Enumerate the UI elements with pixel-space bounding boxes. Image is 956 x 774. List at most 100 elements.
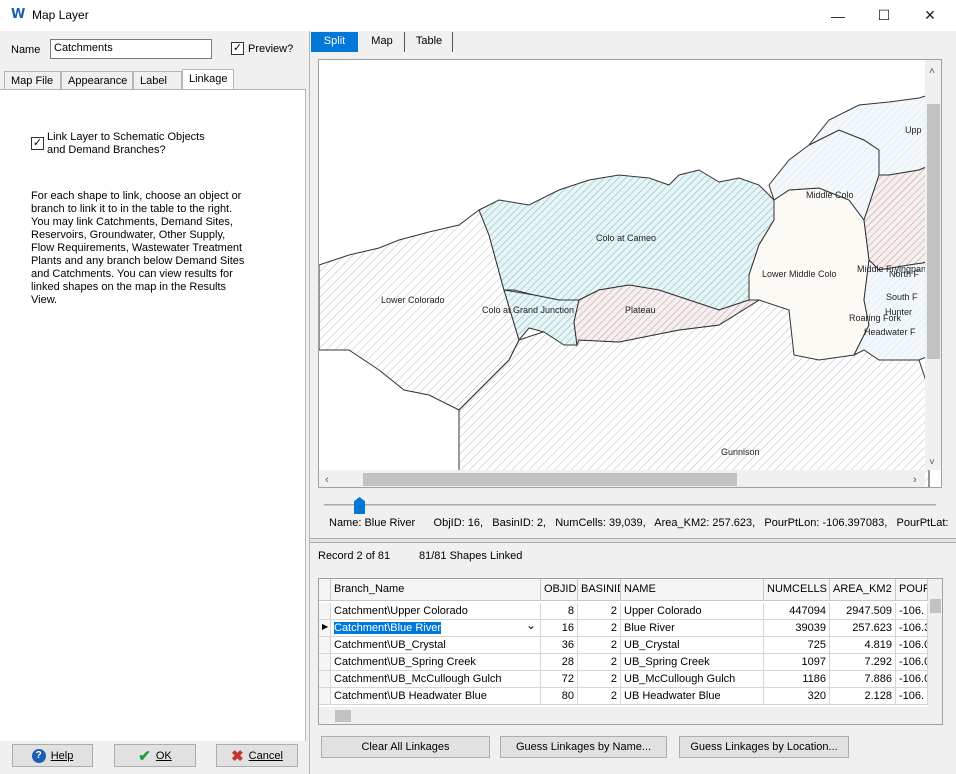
linkage-table[interactable]: Branch_Name OBJID BASINID NAME NUMCELLS AREA_… [318, 578, 943, 725]
branch-name-cell[interactable]: Catchment\UB_Crystal [331, 637, 541, 654]
title-bar: W Map Layer — ☐ ✕ [0, 0, 956, 31]
map-view[interactable]: Colo at Cameo Lower Colorado Colo at Gra… [318, 59, 942, 488]
branch-name-dropdown[interactable]: Catchment\Blue River ⌄ [331, 620, 541, 637]
scroll-up-icon[interactable]: ˄ [929, 66, 935, 77]
shape-info-line: Name: Blue River ObjID: 16, BasinID: 2, … [329, 517, 949, 529]
table-cell: 2 [578, 637, 621, 654]
guess-linkages-by-location-button[interactable]: Guess Linkages by Location... [679, 736, 849, 758]
checkmark-icon: ✔ [138, 747, 151, 765]
help-icon: ? [31, 748, 46, 763]
table-vertical-scrollbar[interactable] [928, 579, 942, 707]
row-selector[interactable] [319, 671, 331, 688]
preview-label: Preview? [248, 43, 294, 55]
tab-map-file[interactable]: Map File [4, 71, 61, 90]
branch-name-cell[interactable]: Catchment\Upper Colorado [331, 603, 541, 620]
tab-linkage[interactable]: Linkage [182, 69, 234, 91]
table-cell: 320 [764, 688, 830, 705]
table-cell: Upper Colorado [621, 603, 764, 620]
split-divider[interactable] [310, 538, 956, 543]
map-vertical-scroll-thumb[interactable] [927, 104, 940, 359]
column-header-objid[interactable]: OBJID [541, 579, 578, 601]
info-numcells: NumCells: 39,039, [555, 517, 646, 529]
table-vertical-scroll-thumb[interactable] [930, 599, 941, 613]
column-header-name[interactable]: NAME [621, 579, 764, 601]
link-layer-label-2: and Demand Branches? [47, 144, 166, 156]
tab-appearance[interactable]: Appearance [61, 71, 133, 90]
scroll-left-icon[interactable]: ‹ [325, 474, 329, 486]
table-cell: -106. [896, 688, 928, 705]
maximize-button[interactable]: ☐ [861, 0, 907, 31]
name-input[interactable]: Catchments [50, 39, 212, 59]
link-layer-label-1: Link Layer to Schematic Objects [47, 131, 205, 143]
description-line: Reservoirs, Groundwater, Other Supply, [31, 229, 226, 241]
info-pourlat: PourPtLat: [896, 517, 949, 529]
column-header-area-km2[interactable]: AREA_KM2 [830, 579, 896, 601]
map-label-south-f: South F [886, 292, 918, 302]
table-cell: -106.0 [896, 671, 928, 688]
column-header-branch-name[interactable]: Branch_Name [331, 579, 541, 601]
help-button[interactable]: ? Help [12, 744, 93, 767]
column-header-basinid[interactable]: BASINID [578, 579, 621, 601]
table-cell: 1186 [764, 671, 830, 688]
cancel-x-icon: ✖ [231, 747, 244, 765]
tab-map[interactable]: Map [360, 32, 405, 52]
table-cell: -106.0 [896, 637, 928, 654]
table-cell: 2.128 [830, 688, 896, 705]
dropdown-chevron-icon[interactable]: ⌄ [526, 620, 536, 632]
minimize-button[interactable]: — [815, 0, 861, 31]
table-horizontal-scrollbar[interactable] [319, 707, 942, 724]
table-cell: 447094 [764, 603, 830, 620]
table-cell: 2 [578, 654, 621, 671]
link-layer-checkbox[interactable]: ✓ [31, 137, 44, 150]
table-cell: 80 [541, 688, 578, 705]
info-area: Area_KM2: 257.623, [654, 517, 756, 529]
map-label-lower-middle-colo: Lower Middle Colo [762, 269, 837, 279]
table-cell: UB_Spring Creek [621, 654, 764, 671]
scroll-down-icon[interactable]: ˅ [929, 457, 935, 468]
tab-table[interactable]: Table [406, 32, 453, 52]
ok-button[interactable]: ✔ OK [114, 744, 196, 767]
table-cell: 8 [541, 603, 578, 620]
description-line: Plants and any branch below Demand Sites [31, 255, 245, 267]
scroll-right-icon[interactable]: › [913, 474, 917, 486]
cancel-button[interactable]: ✖ Cancel [216, 744, 298, 767]
linkage-description: For each shape to link, choose an object… [31, 190, 244, 307]
branch-name-cell[interactable]: Catchment\UB Headwater Blue [331, 688, 541, 705]
guess-linkages-by-name-button[interactable]: Guess Linkages by Name... [500, 736, 667, 758]
branch-name-cell[interactable]: Catchment\UB_McCullough Gulch [331, 671, 541, 688]
window-title: Map Layer [32, 8, 89, 22]
branch-name-selected-text: Catchment\Blue River [334, 622, 441, 634]
row-selector[interactable] [319, 654, 331, 671]
map-label-colo-at-grand-junction: Colo at Grand Junction [482, 305, 574, 315]
branch-name-cell[interactable]: Catchment\UB_Spring Creek [331, 654, 541, 671]
row-selector[interactable] [319, 603, 331, 620]
description-line: branch to link it to in the table to the… [31, 203, 233, 215]
tab-split[interactable]: Split [311, 32, 358, 52]
clear-all-linkages-button[interactable]: Clear All Linkages [321, 736, 490, 758]
close-button[interactable]: ✕ [907, 0, 953, 31]
description-line: View. [31, 294, 58, 306]
table-cell: 72 [541, 671, 578, 688]
column-header-numcells[interactable]: NUMCELLS [764, 579, 830, 601]
table-horizontal-scroll-thumb[interactable] [335, 710, 351, 722]
table-cell: UB_Crystal [621, 637, 764, 654]
tab-label[interactable]: Label [133, 71, 182, 90]
info-objid: ObjID: 16, [433, 517, 484, 529]
map-horizontal-scroll-thumb[interactable] [363, 473, 737, 486]
linked-status: 81/81 Shapes Linked [419, 550, 523, 562]
preview-checkbox[interactable]: ✓ [231, 42, 244, 55]
table-cell: UB Headwater Blue [621, 688, 764, 705]
app-icon: W [11, 7, 26, 22]
zoom-slider-track[interactable] [324, 504, 936, 506]
table-cell: 28 [541, 654, 578, 671]
table-cell: 7.292 [830, 654, 896, 671]
column-header-pour[interactable]: POUR [896, 579, 928, 601]
row-selector[interactable] [319, 637, 331, 654]
map-canvas[interactable]: Colo at Cameo Lower Colorado Colo at Gra… [319, 60, 942, 488]
table-cell: UB_McCullough Gulch [621, 671, 764, 688]
row-selector[interactable] [319, 688, 331, 705]
record-status: Record 2 of 81 [318, 550, 391, 562]
current-row-indicator-icon[interactable]: ▶ [319, 620, 331, 637]
map-label-plateau: Plateau [625, 305, 656, 315]
map-label-headwater-f: Headwater F [864, 327, 916, 337]
